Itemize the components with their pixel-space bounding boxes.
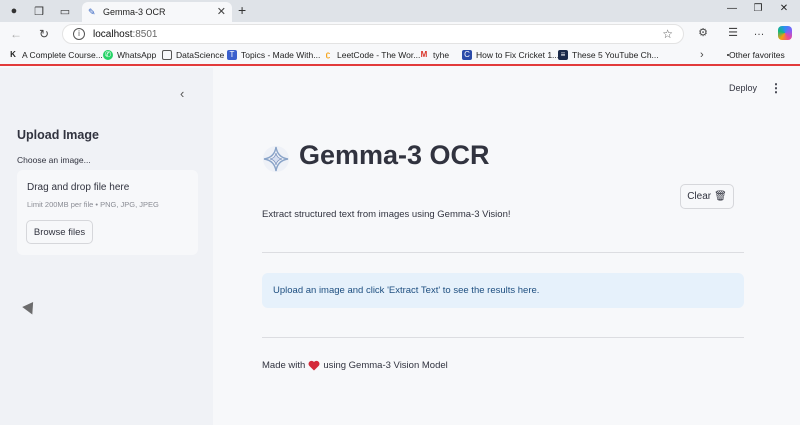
clear-button[interactable]: Clear 🗑 (680, 184, 734, 209)
tab-actions-icon[interactable]: ▭ (57, 3, 73, 19)
leetcode-icon: ʗ (325, 50, 331, 59)
main-content: Deploy ⋮ Gemma-3 OCR Clear 🗑 Extract str… (213, 68, 800, 425)
info-alert-text: Upload an image and click 'Extract Text'… (273, 285, 540, 296)
bookmark-item[interactable]: ✆ WhatsApp (103, 50, 156, 60)
chevron-right-icon[interactable]: › (700, 49, 704, 61)
bookmarks-bar: KA Complete Course... ✆ WhatsApp DataScie… (0, 46, 800, 66)
extensions-icon[interactable]: ⚙ (695, 26, 711, 39)
page-title: Gemma-3 OCR (299, 140, 490, 170)
divider (262, 337, 744, 338)
copilot-icon[interactable] (778, 26, 792, 40)
bookmark-item[interactable]: ≡ These 5 YouTube Ch... (558, 50, 659, 60)
bookmark-item[interactable]: KA Complete Course... (8, 50, 103, 60)
bookmark-item[interactable]: Mtyhe (419, 50, 449, 60)
favorites-icon[interactable]: ☰ (725, 26, 741, 39)
browser-tab-active[interactable]: ✎ Gemma-3 OCR ✕ (82, 2, 232, 22)
url-text[interactable]: localhost:8501 (93, 29, 158, 40)
divider (262, 252, 744, 253)
reload-icon[interactable]: ↻ (36, 26, 52, 42)
mouse-cursor-icon (22, 301, 38, 318)
bookmark-item[interactable]: DataScience (162, 50, 224, 60)
bookmark-item[interactable]: C How to Fix Cricket 1... (462, 50, 559, 60)
back-icon[interactable]: ← (8, 26, 24, 42)
gmail-icon: M (420, 50, 428, 59)
url-field[interactable]: i localhost:8501 ☆ (62, 24, 684, 44)
profile-icon[interactable]: ● (6, 3, 22, 19)
clear-label: Clear (687, 191, 712, 202)
workspaces-icon[interactable]: ❒ (31, 3, 47, 19)
dropzone-title: Drag and drop file here (27, 182, 130, 193)
dropzone-limit: Limit 200MB per file • PNG, JPG, JPEG (27, 200, 159, 209)
deploy-button[interactable]: Deploy (729, 83, 757, 93)
footer-text-after: using Gemma-3 Vision Model (323, 360, 448, 371)
sidebar: ‹ Upload Image Choose an image... Drag a… (0, 68, 213, 425)
bookmark-item[interactable]: T Topics - Made With... (227, 50, 320, 60)
site-icon: C (462, 50, 472, 60)
tab-favicon-icon: ✎ (88, 7, 96, 17)
site-icon: ≡ (558, 50, 568, 60)
browse-files-button[interactable]: Browse files (26, 220, 93, 244)
tab-close-icon[interactable]: ✕ (217, 5, 226, 18)
trash-icon: 🗑 (714, 191, 727, 202)
other-favorites[interactable]: Other favorites (727, 50, 785, 60)
sidebar-title: Upload Image (17, 128, 99, 142)
browser-tab-bar: ● ❒ ▭ ✎ Gemma-3 OCR ✕ + — ❐ ✕ (0, 0, 800, 22)
favorite-star-icon[interactable]: ☆ (662, 27, 673, 41)
info-alert: Upload an image and click 'Extract Text'… (262, 273, 744, 308)
heart-icon (308, 360, 320, 371)
folder-icon (162, 50, 172, 60)
footer-text-before: Made with (262, 360, 306, 371)
site-info-icon[interactable]: i (73, 28, 85, 40)
file-dropzone[interactable]: Drag and drop file here Limit 200MB per … (17, 170, 198, 255)
restore-icon[interactable]: ❐ (750, 3, 766, 14)
gemma-sparkle-icon (263, 146, 289, 172)
address-bar-row: ← ↻ i localhost:8501 ☆ ⚙ ☰ … (0, 22, 800, 46)
minimize-icon[interactable]: — (724, 3, 740, 14)
more-options-icon[interactable]: … (751, 26, 767, 38)
k-logo-icon: K (10, 50, 16, 59)
bookmark-item[interactable]: ʗ LeetCode - The Wor... (323, 50, 421, 60)
whatsapp-icon: ✆ (103, 50, 113, 60)
file-uploader-label: Choose an image... (17, 155, 91, 165)
site-icon: T (227, 50, 237, 60)
main-menu-icon[interactable]: ⋮ (770, 81, 782, 95)
tab-title: Gemma-3 OCR (103, 7, 166, 17)
page-subtitle: Extract structured text from images usin… (262, 209, 511, 220)
new-tab-icon[interactable]: + (238, 2, 246, 18)
chevron-left-icon[interactable]: ‹ (180, 86, 184, 101)
footer: Made with using Gemma-3 Vision Model (262, 360, 448, 371)
window-close-icon[interactable]: ✕ (776, 3, 792, 14)
